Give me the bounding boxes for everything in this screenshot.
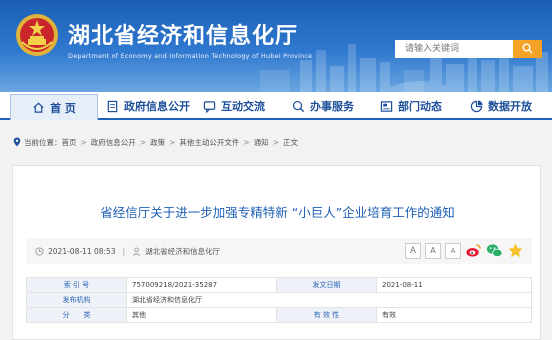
breadcrumb-separator: > (169, 137, 176, 147)
nav-label: 互动交流 (221, 100, 265, 113)
site-header: 湖北省经济和信息化厅 Department of Economy and Inf… (0, 0, 552, 92)
wechat-share-icon[interactable] (486, 242, 503, 259)
breadcrumb-link[interactable]: 通知 (254, 137, 269, 148)
breadcrumb-prefix: 当前位置： (24, 137, 62, 147)
article-title: 省经信厅关于进一步加强专精特新 “小巨人”企业培育工作的通知 (100, 205, 455, 220)
home-icon (33, 102, 44, 113)
info-key: 发文日期 (276, 277, 377, 293)
breadcrumb-separator: > (243, 137, 250, 147)
breadcrumb-link[interactable]: 首页 (62, 137, 77, 148)
table-row: 分 类 其他 有 效 性 有效 (26, 307, 532, 323)
info-key: 分 类 (26, 307, 127, 323)
breadcrumb-separator: > (80, 137, 87, 147)
clock-icon (35, 246, 44, 256)
article-meta-bar: 2021-08-11 08:53 | 湖北省经济和信息化厅 A A A (26, 238, 532, 264)
nav-label: 首 页 (50, 101, 76, 115)
info-key: 有 效 性 (276, 307, 377, 323)
search-button[interactable] (513, 40, 542, 58)
weibo-share-icon[interactable] (465, 242, 482, 259)
nav-label: 办事服务 (310, 100, 354, 113)
nav-item-interaction[interactable]: 互动交流 (203, 92, 265, 120)
nav-label: 部门动态 (398, 100, 442, 113)
nav-item-home[interactable]: 首 页 (10, 94, 98, 120)
data-icon (470, 99, 483, 112)
info-key: 发布机构 (26, 292, 127, 308)
breadcrumb-link[interactable]: 政府信息公开 (91, 137, 136, 148)
breadcrumb-separator: > (272, 137, 279, 147)
breadcrumb: 当前位置： 首页 > 政府信息公开 > 政策 > 其他主动公开文件 > 通知 >… (0, 131, 552, 153)
publish-datetime: 2021-08-11 08:53 (48, 246, 116, 256)
site-title[interactable]: 湖北省经济和信息化厅 (68, 18, 298, 50)
national-emblem-icon (16, 14, 58, 56)
article-panel: 省经信厅关于进一步加强专精特新 “小巨人”企业培育工作的通知 2021-08-1… (12, 165, 541, 340)
search-service-icon (292, 100, 305, 112)
table-row: 索 引 号 757009218/2021-35287 发文日期 2021-08-… (26, 277, 532, 293)
favorite-star-icon[interactable] (507, 242, 524, 259)
search-icon (522, 43, 533, 54)
breadcrumb-link[interactable]: 政策 (150, 137, 165, 148)
info-value: 有效 (376, 307, 532, 323)
breadcrumb-current: 正文 (282, 137, 298, 147)
breadcrumb-separator: > (139, 137, 147, 147)
site-subtitle: Department of Economy and Information Te… (68, 52, 313, 60)
info-value: 其他 (126, 307, 277, 323)
info-value: 2021-08-11 (376, 277, 532, 293)
info-value: 757009218/2021-35287 (126, 277, 277, 293)
nav-item-open-data[interactable]: 数据开放 (470, 92, 532, 120)
nav-item-gov-info[interactable]: 政府信息公开 (106, 92, 190, 120)
user-icon (133, 247, 141, 256)
breadcrumb-link[interactable]: 其他主动公开文件 (179, 137, 239, 148)
news-icon (380, 100, 393, 112)
info-value: 湖北省经济和信息化厅 (126, 292, 532, 308)
main-nav: 首 页 政府信息公开 互动交流 办事服务 部门动态 数据开放 (0, 92, 552, 120)
table-row: 发布机构 湖北省经济和信息化厅 (26, 292, 532, 308)
document-info-table: 索 引 号 757009218/2021-35287 发文日期 2021-08-… (26, 277, 532, 323)
font-size-medium-button[interactable]: A (425, 242, 441, 259)
nav-label: 数据开放 (488, 100, 532, 113)
font-size-small-button[interactable]: A (445, 242, 461, 259)
meta-divider: | (122, 246, 126, 256)
nav-label: 政府信息公开 (124, 100, 190, 113)
info-key: 索 引 号 (26, 277, 127, 293)
article-tools: A A A (405, 242, 524, 259)
nav-item-dept-news[interactable]: 部门动态 (380, 92, 442, 120)
nav-item-services[interactable]: 办事服务 (292, 92, 354, 120)
chat-icon (203, 100, 216, 113)
search-input[interactable] (395, 40, 513, 58)
font-size-large-button[interactable]: A (405, 242, 421, 259)
document-icon (107, 100, 118, 112)
location-pin-icon (13, 137, 21, 147)
article-source: 湖北省经济和信息化厅 (145, 246, 221, 256)
